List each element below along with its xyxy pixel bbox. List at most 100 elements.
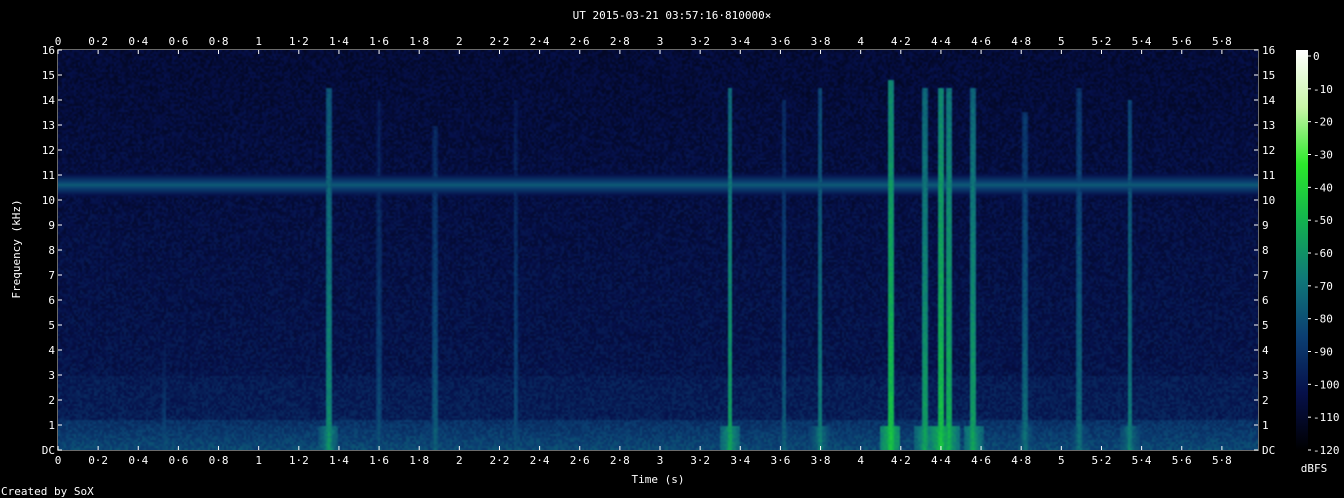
y-tick-label-right: 13 (1262, 119, 1275, 132)
y-tick-label: 1 (48, 419, 55, 432)
colorbar-tick-label: -60 (1313, 247, 1333, 260)
colorbar-tick-label: -40 (1313, 181, 1333, 194)
x-tick-label: 3 (657, 454, 664, 467)
y-tick-label-right: 10 (1262, 194, 1275, 207)
y-tick-label: 3 (48, 369, 55, 382)
x-axis-label: Time (s) (632, 473, 685, 486)
y-tick-label: 10 (42, 194, 55, 207)
y-tick-label-right: 2 (1262, 394, 1269, 407)
y-tick-label: 13 (42, 119, 55, 132)
x-tick-label: 1·6 (369, 454, 389, 467)
y-tick-label: 9 (48, 219, 55, 232)
colorbar-tick-label: 0 (1313, 50, 1320, 63)
x-tick-label: 5·2 (1092, 35, 1112, 48)
y-axis-label: Frequency (kHz) (10, 199, 23, 298)
x-tick-label: 2 (456, 454, 463, 467)
colorbar-tick-label: -80 (1313, 313, 1333, 326)
x-tick-label: 3·6 (770, 454, 790, 467)
x-tick-label: 4·2 (891, 454, 911, 467)
x-tick-label: 1·2 (289, 454, 309, 467)
x-tick-label: 0·2 (88, 35, 108, 48)
y-tick-label: 2 (48, 394, 55, 407)
x-tick-label: 4·8 (1011, 454, 1031, 467)
y-tick-label: 6 (48, 294, 55, 307)
x-tick-label: 4 (857, 35, 864, 48)
colorbar-tick-label: -70 (1313, 280, 1333, 293)
x-tick-label: 3·4 (730, 454, 750, 467)
y-tick-label-right: 6 (1262, 294, 1269, 307)
x-tick-label: 0·4 (128, 35, 148, 48)
y-tick-label-right: 12 (1262, 144, 1275, 157)
x-tick-label: 1·4 (329, 35, 349, 48)
y-tick-label-right: 15 (1262, 69, 1275, 82)
y-tick-label-right: 8 (1262, 244, 1269, 257)
chart-title: UT 2015-03-21 03:57:16·810000× (573, 9, 772, 22)
x-tick-label: 0·8 (209, 454, 229, 467)
x-tick-label: 4·8 (1011, 35, 1031, 48)
y-tick-label-right: 7 (1262, 269, 1269, 282)
footer-credit: Created by SoX (1, 485, 94, 498)
x-tick-label: 0·2 (88, 454, 108, 467)
x-tick-label: 5·6 (1172, 35, 1192, 48)
x-tick-label: 3·4 (730, 35, 750, 48)
y-tick-label-right: 5 (1262, 319, 1269, 332)
y-tick-label: 15 (42, 69, 55, 82)
x-tick-label: 0 (55, 35, 62, 48)
x-tick-label: 1·6 (369, 35, 389, 48)
x-tick-label: 2·8 (610, 454, 630, 467)
y-tick-label-right: 16 (1262, 44, 1275, 57)
x-tick-label: 0 (55, 454, 62, 467)
x-tick-label: 4·4 (931, 35, 951, 48)
x-tick-label: 1 (255, 35, 262, 48)
colorbar-tick-label: -120 (1313, 444, 1340, 457)
y-tick-label: 8 (48, 244, 55, 257)
colorbar-tick-label: -30 (1313, 149, 1333, 162)
colorbar-tick-label: -100 (1313, 378, 1340, 391)
colorbar-tick-label: -20 (1313, 116, 1333, 129)
y-tick-label: DC (42, 444, 55, 457)
colorbar-tick-label: -110 (1313, 411, 1340, 424)
x-tick-label: 5·6 (1172, 454, 1192, 467)
x-tick-label: 4·6 (971, 35, 991, 48)
x-tick-label: 2·4 (530, 454, 550, 467)
x-tick-label: 3·6 (770, 35, 790, 48)
y-tick-label-right: 3 (1262, 369, 1269, 382)
x-tick-label: 1·8 (409, 35, 429, 48)
x-tick-label: 5·4 (1132, 454, 1152, 467)
spectrogram-plot (57, 49, 1259, 451)
x-tick-label: 2·8 (610, 35, 630, 48)
colorbar-tick-label: -10 (1313, 83, 1333, 96)
spectrogram-image (58, 50, 1258, 450)
x-tick-label: 2·2 (490, 454, 510, 467)
y-tick-label: 11 (42, 169, 55, 182)
y-tick-label: 14 (42, 94, 56, 107)
x-tick-label: 3·2 (690, 35, 710, 48)
colorbar: 0 -10 -20 -30 -40 -50 -60 -70 -80 -90 -100 -110 -120 (1296, 50, 1340, 457)
x-tick-label: 3·2 (690, 454, 710, 467)
colorbar-tick-label: -90 (1313, 346, 1333, 359)
y-tick-label-right: 11 (1262, 169, 1275, 182)
x-tick-label: 2·6 (570, 454, 590, 467)
x-tick-label: 1 (255, 454, 262, 467)
x-tick-label: 2 (456, 35, 463, 48)
y-tick-label: 4 (48, 344, 55, 357)
y-tick-label: 5 (48, 319, 55, 332)
y-tick-label-right: 14 (1262, 94, 1276, 107)
x-tick-label: 3·8 (811, 35, 831, 48)
x-tick-label: 5·2 (1092, 454, 1112, 467)
y-tick-label-right: 1 (1262, 419, 1269, 432)
x-tick-label: 2·4 (530, 35, 550, 48)
x-tick-label: 5 (1058, 454, 1065, 467)
x-tick-label: 0·6 (168, 35, 188, 48)
x-tick-label: 5 (1058, 35, 1065, 48)
x-tick-label: 0·8 (209, 35, 229, 48)
x-tick-label: 1·4 (329, 454, 349, 467)
x-tick-label: 4·4 (931, 454, 951, 467)
y-tick-label: 7 (48, 269, 55, 282)
colorbar-gradient (1296, 50, 1308, 450)
x-tick-label: 2·6 (570, 35, 590, 48)
x-tick-label: 0·6 (168, 454, 188, 467)
y-tick-label-right: 4 (1262, 344, 1269, 357)
colorbar-label: dBFS (1301, 462, 1328, 475)
x-tick-label: 5·4 (1132, 35, 1152, 48)
